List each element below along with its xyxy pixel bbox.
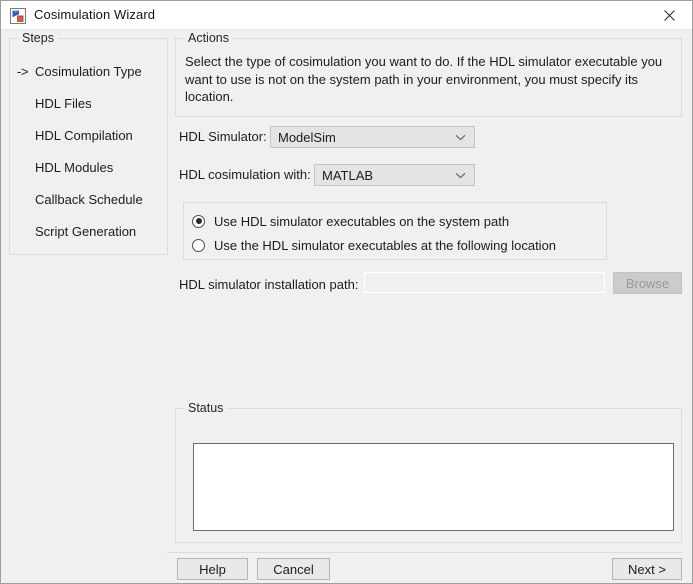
close-icon[interactable] xyxy=(647,1,692,29)
hdl-cosimulation-label: HDL cosimulation with: xyxy=(179,167,311,182)
cosimulation-wizard-icon xyxy=(10,8,26,24)
actions-panel-title: Actions xyxy=(185,31,233,45)
sidebar-item-label: Cosimulation Type xyxy=(35,64,142,79)
sidebar-item-label: Script Generation xyxy=(35,224,137,239)
title-bar: Cosimulation Wizard xyxy=(1,1,692,30)
radio-selected-icon xyxy=(192,214,205,228)
next-button[interactable]: Next > xyxy=(612,558,682,580)
sidebar-item-hdl-compilation[interactable]: HDL Compilation xyxy=(10,128,167,148)
cosimulation-wizard-window: Cosimulation Wizard Steps -> Cosimulatio… xyxy=(0,0,693,584)
help-button[interactable]: Help xyxy=(177,558,248,580)
footer-separator xyxy=(167,552,682,553)
hdl-simulator-value: ModelSim xyxy=(278,130,336,145)
status-text-area[interactable] xyxy=(193,443,674,531)
hdl-cosimulation-value: MATLAB xyxy=(322,168,374,183)
sidebar-item-script-generation[interactable]: Script Generation xyxy=(10,224,167,244)
hdl-simulator-label: HDL Simulator: xyxy=(179,129,267,144)
radio-system-path-label: Use HDL simulator executables on the sys… xyxy=(214,213,510,229)
chevron-down-icon xyxy=(455,127,466,147)
status-panel: Status xyxy=(175,401,682,543)
sidebar-item-label: HDL Files xyxy=(35,96,92,111)
radio-custom-location[interactable]: Use the HDL simulator executables at the… xyxy=(192,236,556,254)
window-title: Cosimulation Wizard xyxy=(34,7,156,22)
radio-system-path[interactable]: Use HDL simulator executables on the sys… xyxy=(192,212,509,230)
installation-path-label: HDL simulator installation path: xyxy=(179,277,359,292)
browse-button[interactable]: Browse xyxy=(613,272,682,294)
radio-custom-location-label: Use the HDL simulator executables at the… xyxy=(214,237,557,253)
cancel-button[interactable]: Cancel xyxy=(257,558,330,580)
hdl-cosimulation-select[interactable]: MATLAB xyxy=(314,164,475,186)
installation-path-input[interactable] xyxy=(364,272,605,293)
sidebar-item-callback-schedule[interactable]: Callback Schedule xyxy=(10,192,167,212)
sidebar-item-hdl-files[interactable]: HDL Files xyxy=(10,96,167,116)
sidebar-item-hdl-modules[interactable]: HDL Modules xyxy=(10,160,167,180)
sidebar-item-label: HDL Compilation xyxy=(35,128,133,143)
actions-panel: Actions Select the type of cosimulation … xyxy=(175,31,682,117)
chevron-down-icon xyxy=(455,165,466,185)
executable-location-radio-group: Use HDL simulator executables on the sys… xyxy=(183,202,607,260)
sidebar-item-cosimulation-type[interactable]: -> Cosimulation Type xyxy=(10,64,167,84)
sidebar-item-label: Callback Schedule xyxy=(35,192,143,207)
sidebar-item-label: HDL Modules xyxy=(35,160,114,175)
actions-description: Select the type of cosimulation you want… xyxy=(185,54,663,104)
steps-panel-title: Steps xyxy=(19,31,58,45)
radio-unselected-icon xyxy=(192,238,205,252)
current-step-marker: -> xyxy=(17,64,29,79)
hdl-simulator-select[interactable]: ModelSim xyxy=(270,126,475,148)
status-panel-title: Status xyxy=(185,401,228,415)
steps-panel: Steps -> Cosimulation Type HDL Files HDL… xyxy=(9,31,168,255)
